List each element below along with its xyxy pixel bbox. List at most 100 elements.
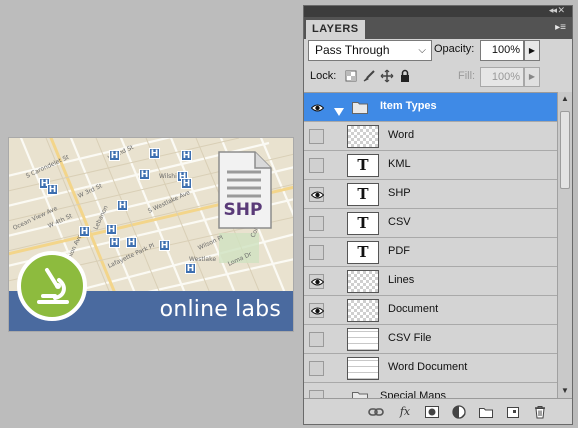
- layer-name: CSV: [388, 216, 411, 228]
- visibility-toggle[interactable]: [309, 129, 324, 144]
- hospital-marker: H: [109, 150, 120, 161]
- layer-thumbnail: [347, 270, 379, 293]
- microscope-icon: [37, 268, 69, 304]
- scroll-up-icon[interactable]: ▲: [558, 92, 572, 106]
- lock-position-move-icon[interactable]: [380, 69, 394, 83]
- mask-icon[interactable]: [424, 404, 440, 420]
- folder-icon: [352, 391, 368, 398]
- layer-thumbnail: [347, 328, 379, 351]
- layer-row[interactable]: T CSV: [304, 209, 557, 238]
- text-layer-thumbnail: T: [347, 183, 379, 206]
- lock-fill-row: Lock: Fill: 100% ▶: [308, 66, 570, 88]
- hospital-marker: H: [185, 263, 196, 274]
- layer-name: CSV File: [388, 332, 432, 344]
- adjustment-icon[interactable]: [451, 404, 467, 420]
- hospital-marker: H: [117, 200, 128, 211]
- layer-group-row[interactable]: Special Maps: [304, 383, 557, 398]
- layer-row[interactable]: CSV File: [304, 325, 557, 354]
- folder-icon: [352, 101, 368, 119]
- visibility-toggle[interactable]: [309, 100, 324, 115]
- file-icon-extension: SHP: [223, 200, 263, 220]
- layer-name: Word Document: [388, 361, 468, 373]
- fill-input[interactable]: 100%: [480, 67, 524, 87]
- lock-image-brush-icon[interactable]: [362, 69, 376, 83]
- layer-group-row[interactable]: Item Types: [304, 93, 557, 122]
- visibility-toggle[interactable]: [309, 332, 324, 347]
- layer-name: PDF: [388, 245, 410, 257]
- layers-scrollbar[interactable]: ▲ ▼: [557, 92, 572, 398]
- panel-tab-bar: LAYERS ▸≡: [304, 17, 572, 39]
- trash-icon[interactable]: [532, 404, 548, 420]
- hospital-marker: H: [181, 150, 192, 161]
- expand-triangle-icon[interactable]: [334, 103, 344, 121]
- visibility-toggle[interactable]: [309, 390, 324, 398]
- visibility-toggle[interactable]: [309, 158, 324, 173]
- lock-transparent-icon[interactable]: [344, 69, 358, 83]
- scroll-down-icon[interactable]: ▼: [558, 384, 572, 398]
- tab-layers[interactable]: LAYERS: [306, 20, 365, 39]
- banner-title: online labs: [159, 297, 281, 322]
- hospital-marker: H: [159, 240, 170, 251]
- hospital-marker: H: [109, 237, 120, 248]
- text-layer-thumbnail: T: [347, 241, 379, 264]
- layers-panel: ◂◂ ✕ LAYERS ▸≡ Pass Through ⌵ Opacity: 1…: [303, 5, 573, 425]
- layer-thumbnail: [347, 299, 379, 322]
- layer-name: Document: [388, 303, 439, 315]
- hospital-marker: H: [47, 184, 58, 195]
- layer-row[interactable]: T PDF: [304, 238, 557, 267]
- hospital-marker: H: [79, 226, 90, 237]
- new-group-icon[interactable]: [478, 404, 494, 420]
- layers-list: Item Types Word T KML T SHP T CSV T PDF Lines Docum…: [304, 92, 557, 398]
- layer-row[interactable]: Document: [304, 296, 557, 325]
- blend-mode-value: Pass Through: [315, 43, 390, 57]
- shp-file-icon: SHP: [217, 150, 275, 230]
- opacity-slider-button[interactable]: ▶: [524, 40, 540, 61]
- layers-footer: fx: [304, 398, 572, 424]
- visibility-toggle[interactable]: [309, 274, 324, 289]
- visibility-toggle[interactable]: [309, 187, 324, 202]
- layer-thumbnail: [347, 357, 379, 380]
- layer-name: Lines: [388, 274, 415, 286]
- visibility-toggle[interactable]: [309, 216, 324, 231]
- layer-name: Item Types: [380, 100, 437, 112]
- new-layer-icon[interactable]: [505, 404, 521, 420]
- visibility-toggle[interactable]: [309, 245, 324, 260]
- hospital-marker: H: [181, 178, 192, 189]
- text-layer-thumbnail: T: [347, 212, 379, 235]
- fill-label: Fill:: [458, 70, 476, 82]
- fill-slider-button[interactable]: ▶: [524, 67, 540, 87]
- layer-name: SHP: [388, 187, 411, 199]
- layer-name: KML: [388, 158, 411, 170]
- panel-menu-icon[interactable]: ▸≡: [555, 22, 566, 33]
- opacity-input[interactable]: 100%: [480, 40, 524, 61]
- hospital-marker: H: [139, 169, 150, 180]
- fx-icon[interactable]: fx: [397, 404, 413, 420]
- layer-row[interactable]: Lines: [304, 267, 557, 296]
- hospital-marker: H: [106, 224, 117, 235]
- opacity-label: Opacity:: [434, 43, 475, 55]
- hospital-marker: H: [126, 237, 137, 248]
- lock-all-icon[interactable]: [398, 69, 412, 83]
- visibility-toggle[interactable]: [309, 361, 324, 376]
- link-layers-icon[interactable]: [368, 404, 384, 420]
- blend-opacity-row: Pass Through ⌵ Opacity: 100% ▶: [308, 40, 570, 62]
- layer-name: Word: [388, 129, 415, 141]
- scrollbar-thumb[interactable]: [560, 111, 570, 189]
- layer-row[interactable]: T SHP: [304, 180, 557, 209]
- layer-name: Special Maps: [380, 390, 447, 398]
- hospital-marker: H: [149, 148, 160, 159]
- chevron-down-icon: ⌵: [418, 45, 426, 56]
- blend-mode-select[interactable]: Pass Through ⌵: [308, 40, 432, 61]
- layer-thumbnail: [347, 125, 379, 148]
- layer-row[interactable]: Word: [304, 122, 557, 151]
- map-label: Westlake: [189, 256, 216, 263]
- layer-row[interactable]: T KML: [304, 151, 557, 180]
- text-layer-thumbnail: T: [347, 154, 379, 177]
- microscope-badge: [17, 251, 87, 321]
- double-chevron-icon[interactable]: ◂◂ ✕: [549, 5, 565, 16]
- visibility-toggle[interactable]: [309, 303, 324, 318]
- canvas-artwork: S Carondelet St W 2nd St W 3rd St W 4th …: [9, 138, 293, 331]
- lock-label: Lock:: [310, 70, 337, 82]
- panel-header-bar: ◂◂ ✕: [304, 5, 572, 17]
- layer-row[interactable]: Word Document: [304, 354, 557, 383]
